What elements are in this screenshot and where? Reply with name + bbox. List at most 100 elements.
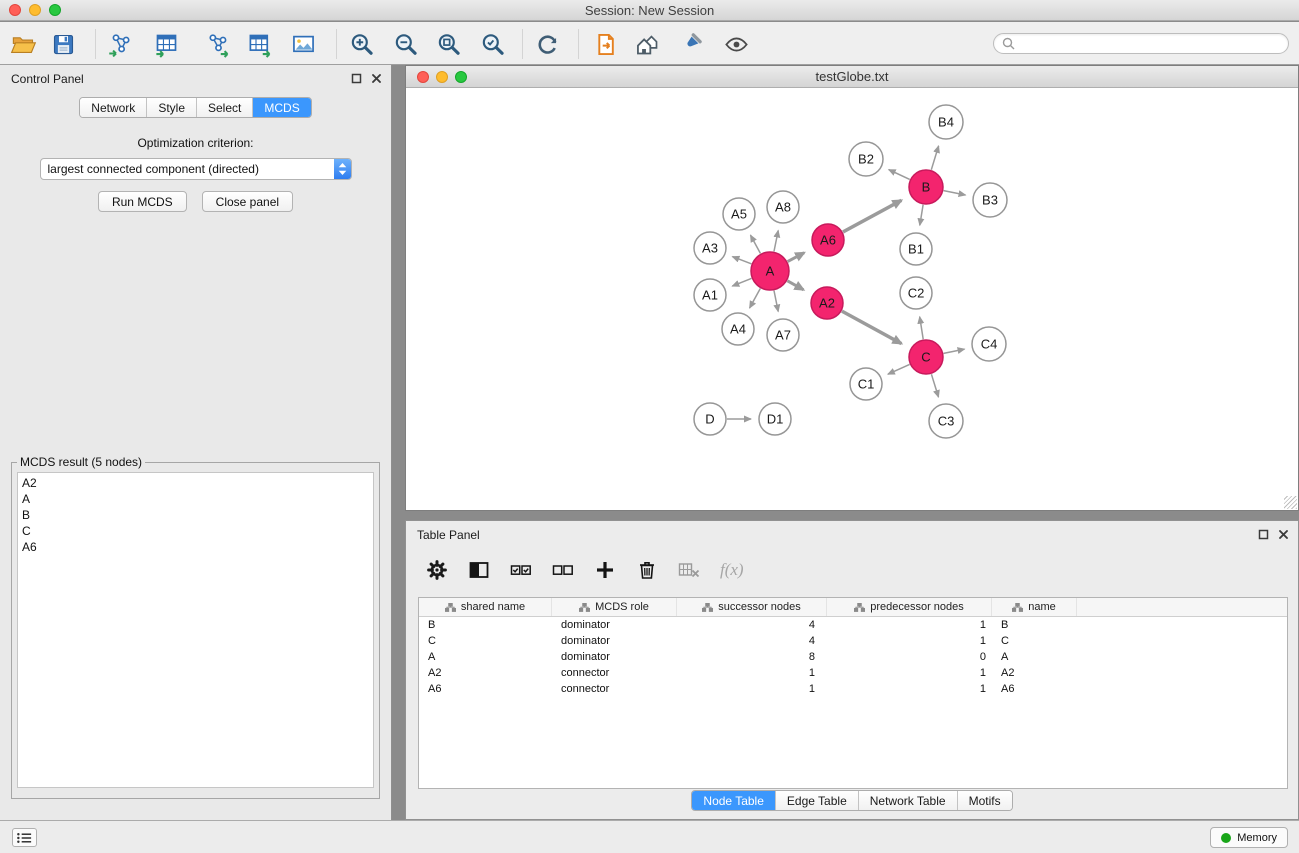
graph-node-A7[interactable]: A7 bbox=[767, 319, 799, 351]
graph-node-A6[interactable]: A6 bbox=[812, 224, 844, 256]
edge-A-A1[interactable] bbox=[732, 278, 751, 286]
function-builder-button[interactable]: f(x) bbox=[718, 560, 744, 580]
show-columns-button[interactable] bbox=[466, 557, 492, 583]
edge-C-C1[interactable] bbox=[888, 364, 910, 374]
edge-B-B2[interactable] bbox=[889, 170, 910, 180]
graph-node-C2[interactable]: C2 bbox=[900, 277, 932, 309]
graph-node-A4[interactable]: A4 bbox=[722, 313, 754, 345]
zoom-network-button[interactable] bbox=[455, 71, 467, 83]
edge-B-B1[interactable] bbox=[920, 205, 923, 226]
table-row[interactable]: Bdominator41B bbox=[419, 617, 1287, 633]
edge-A2-C[interactable] bbox=[842, 311, 902, 344]
graph-node-C4[interactable]: C4 bbox=[972, 327, 1006, 361]
export-table-button[interactable] bbox=[244, 29, 276, 59]
select-all-button[interactable] bbox=[508, 557, 534, 583]
edge-A-A7[interactable] bbox=[774, 291, 778, 312]
graph-node-A5[interactable]: A5 bbox=[723, 198, 755, 230]
graph-node-C3[interactable]: C3 bbox=[929, 404, 963, 438]
optimization-select[interactable]: largest connected component (directed) bbox=[40, 158, 352, 180]
task-history-button[interactable] bbox=[12, 828, 37, 847]
minimize-network-button[interactable] bbox=[436, 71, 448, 83]
zoom-fit-button[interactable] bbox=[432, 29, 464, 59]
column-header-shared-name[interactable]: shared name bbox=[419, 598, 552, 616]
table-row[interactable]: Adominator80A bbox=[419, 649, 1287, 665]
float-panel-icon[interactable] bbox=[1258, 529, 1269, 540]
tab-style[interactable]: Style bbox=[147, 98, 197, 117]
close-network-button[interactable] bbox=[417, 71, 429, 83]
graph-node-B[interactable]: B bbox=[909, 170, 943, 204]
deselect-all-button[interactable] bbox=[550, 557, 576, 583]
graph-node-A3[interactable]: A3 bbox=[694, 232, 726, 264]
tab-motifs[interactable]: Motifs bbox=[958, 791, 1012, 810]
float-panel-icon[interactable] bbox=[351, 73, 362, 84]
column-header-predecessor-nodes[interactable]: predecessor nodes bbox=[827, 598, 992, 616]
run-mcds-button[interactable]: Run MCDS bbox=[98, 191, 187, 212]
network-canvas[interactable]: B4 B2 B B3 A5 A8 A6 B1 A3 A C2 A1 A2 A4 A7 C4 C C1 C3 D D1 bbox=[406, 89, 1298, 510]
network-window-titlebar[interactable]: testGlobe.txt bbox=[406, 66, 1298, 88]
resize-grip[interactable] bbox=[1284, 496, 1297, 509]
export-image-button[interactable] bbox=[287, 29, 319, 59]
add-column-button[interactable] bbox=[592, 557, 618, 583]
graph-node-A8[interactable]: A8 bbox=[767, 191, 799, 223]
export-network-button[interactable] bbox=[202, 29, 234, 59]
edge-C-C3[interactable] bbox=[931, 374, 938, 397]
memory-button[interactable]: Memory bbox=[1210, 827, 1288, 848]
edge-A-A3[interactable] bbox=[732, 257, 751, 264]
edge-C-C2[interactable] bbox=[920, 317, 924, 340]
tab-network[interactable]: Network bbox=[80, 98, 147, 117]
result-item[interactable]: C bbox=[22, 523, 373, 539]
open-session-button[interactable] bbox=[589, 29, 621, 59]
graph-node-A2[interactable]: A2 bbox=[811, 287, 843, 319]
edge-C-C4[interactable] bbox=[944, 349, 965, 353]
tab-node-table[interactable]: Node Table bbox=[692, 791, 776, 810]
graph-node-A1[interactable]: A1 bbox=[694, 279, 726, 311]
result-item[interactable]: A2 bbox=[22, 475, 373, 491]
zoom-in-button[interactable] bbox=[345, 29, 377, 59]
result-item[interactable]: A bbox=[22, 491, 373, 507]
import-table-button[interactable] bbox=[150, 29, 182, 59]
tab-edge-table[interactable]: Edge Table bbox=[776, 791, 859, 810]
graph-node-B2[interactable]: B2 bbox=[849, 142, 883, 176]
graph-node-D1[interactable]: D1 bbox=[759, 403, 791, 435]
table-row[interactable]: Cdominator41C bbox=[419, 633, 1287, 649]
graph-node-A[interactable]: A bbox=[751, 252, 789, 290]
tab-select[interactable]: Select bbox=[197, 98, 253, 117]
zoom-out-button[interactable] bbox=[389, 29, 421, 59]
table-row[interactable]: A6connector11A6 bbox=[419, 681, 1287, 697]
column-header-successor-nodes[interactable]: successor nodes bbox=[677, 598, 827, 616]
search-input[interactable] bbox=[1019, 37, 1288, 51]
apply-style-button[interactable] bbox=[674, 29, 706, 59]
graph-node-D[interactable]: D bbox=[694, 403, 726, 435]
edge-B-B4[interactable] bbox=[931, 146, 938, 170]
show-all-networks-button[interactable] bbox=[631, 29, 663, 59]
edge-A-A5[interactable] bbox=[751, 235, 761, 253]
table-settings-button[interactable] bbox=[424, 557, 450, 583]
edge-A-A2[interactable] bbox=[787, 281, 803, 290]
column-header-name[interactable]: name bbox=[992, 598, 1077, 616]
save-session-button[interactable] bbox=[47, 29, 79, 59]
zoom-selected-button[interactable] bbox=[476, 29, 508, 59]
tab-mcds[interactable]: MCDS bbox=[253, 98, 310, 117]
table-row[interactable]: A2connector11A2 bbox=[419, 665, 1287, 681]
mcds-result-list[interactable]: A2ABCA6 bbox=[17, 472, 374, 788]
edge-B-B3[interactable] bbox=[944, 191, 966, 195]
result-item[interactable]: B bbox=[22, 507, 373, 523]
tab-network-table[interactable]: Network Table bbox=[859, 791, 958, 810]
column-header-MCDS-role[interactable]: MCDS role bbox=[552, 598, 677, 616]
open-file-button[interactable] bbox=[7, 29, 39, 59]
edge-A6-B[interactable] bbox=[843, 200, 901, 232]
graph-node-C[interactable]: C bbox=[909, 340, 943, 374]
edge-A-A4[interactable] bbox=[750, 289, 761, 309]
graph-node-C1[interactable]: C1 bbox=[850, 368, 882, 400]
graph-node-B1[interactable]: B1 bbox=[900, 233, 932, 265]
graph-node-B3[interactable]: B3 bbox=[973, 183, 1007, 217]
delete-table-button[interactable] bbox=[676, 557, 702, 583]
import-network-button[interactable] bbox=[104, 29, 136, 59]
close-panel-icon[interactable] bbox=[371, 73, 382, 84]
edge-A-A6[interactable] bbox=[788, 253, 805, 262]
edge-A-A8[interactable] bbox=[774, 231, 778, 252]
show-hide-button[interactable] bbox=[720, 29, 752, 59]
graph-node-B4[interactable]: B4 bbox=[929, 105, 963, 139]
search-field[interactable] bbox=[993, 33, 1289, 54]
delete-column-button[interactable] bbox=[634, 557, 660, 583]
